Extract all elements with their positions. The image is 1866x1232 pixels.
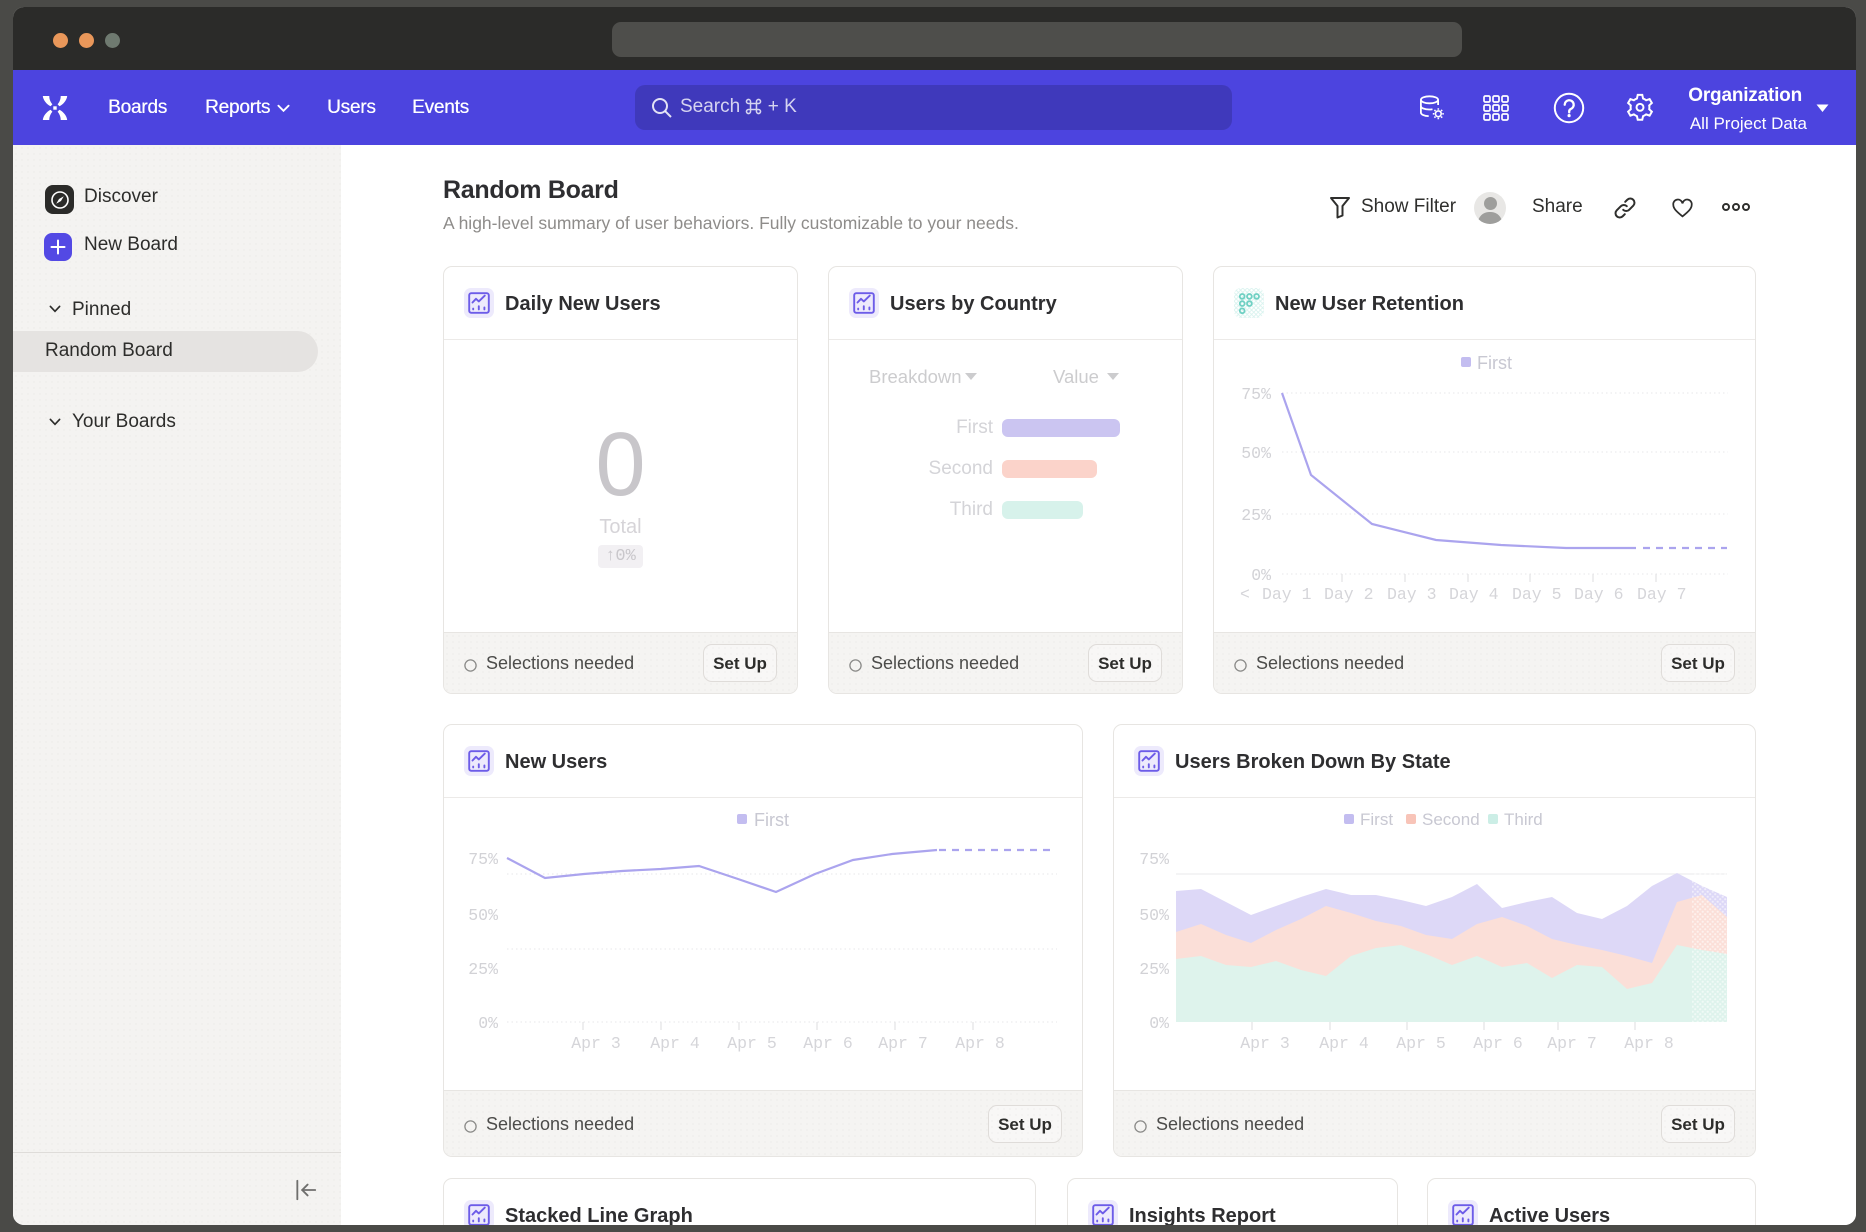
svg-text:Apr 4: Apr 4 (1319, 1034, 1369, 1053)
svg-text:75%: 75% (468, 850, 498, 869)
svg-text:First: First (1360, 810, 1393, 829)
svg-text:Apr 4: Apr 4 (650, 1034, 700, 1053)
svg-text:Day 5: Day 5 (1512, 585, 1562, 604)
svg-text:Day 2: Day 2 (1324, 585, 1374, 604)
svg-text:0%: 0% (1149, 1014, 1169, 1033)
svg-text:<: < (1240, 585, 1250, 604)
svg-text:Second: Second (1422, 810, 1480, 829)
svg-text:50%: 50% (468, 906, 498, 925)
svg-text:Apr 6: Apr 6 (803, 1034, 853, 1053)
svg-text:25%: 25% (1241, 506, 1271, 525)
svg-text:25%: 25% (1139, 960, 1169, 979)
svg-text:First: First (1477, 353, 1512, 373)
svg-text:Apr 8: Apr 8 (1624, 1034, 1674, 1053)
svg-text:Day 4: Day 4 (1449, 585, 1499, 604)
svg-text:Third: Third (1504, 810, 1543, 829)
svg-text:Apr 3: Apr 3 (571, 1034, 621, 1053)
svg-text:Day 6: Day 6 (1574, 585, 1624, 604)
svg-text:0%: 0% (478, 1014, 498, 1033)
svg-text:Apr 5: Apr 5 (1396, 1034, 1446, 1053)
svg-text:Apr 7: Apr 7 (878, 1034, 928, 1053)
svg-text:Apr 7: Apr 7 (1547, 1034, 1597, 1053)
svg-text:50%: 50% (1139, 906, 1169, 925)
svg-text:Apr 6: Apr 6 (1473, 1034, 1523, 1053)
svg-text:First: First (754, 810, 789, 830)
svg-text:50%: 50% (1241, 444, 1271, 463)
svg-text:Day 3: Day 3 (1387, 585, 1437, 604)
svg-text:75%: 75% (1241, 385, 1271, 404)
svg-text:Apr 8: Apr 8 (955, 1034, 1005, 1053)
svg-text:Apr 3: Apr 3 (1240, 1034, 1290, 1053)
svg-text:Apr 5: Apr 5 (727, 1034, 777, 1053)
svg-text:Day 1: Day 1 (1262, 585, 1312, 604)
svg-text:0%: 0% (1251, 566, 1271, 585)
svg-text:75%: 75% (1139, 850, 1169, 869)
svg-text:25%: 25% (468, 960, 498, 979)
svg-text:Day 7: Day 7 (1637, 585, 1687, 604)
